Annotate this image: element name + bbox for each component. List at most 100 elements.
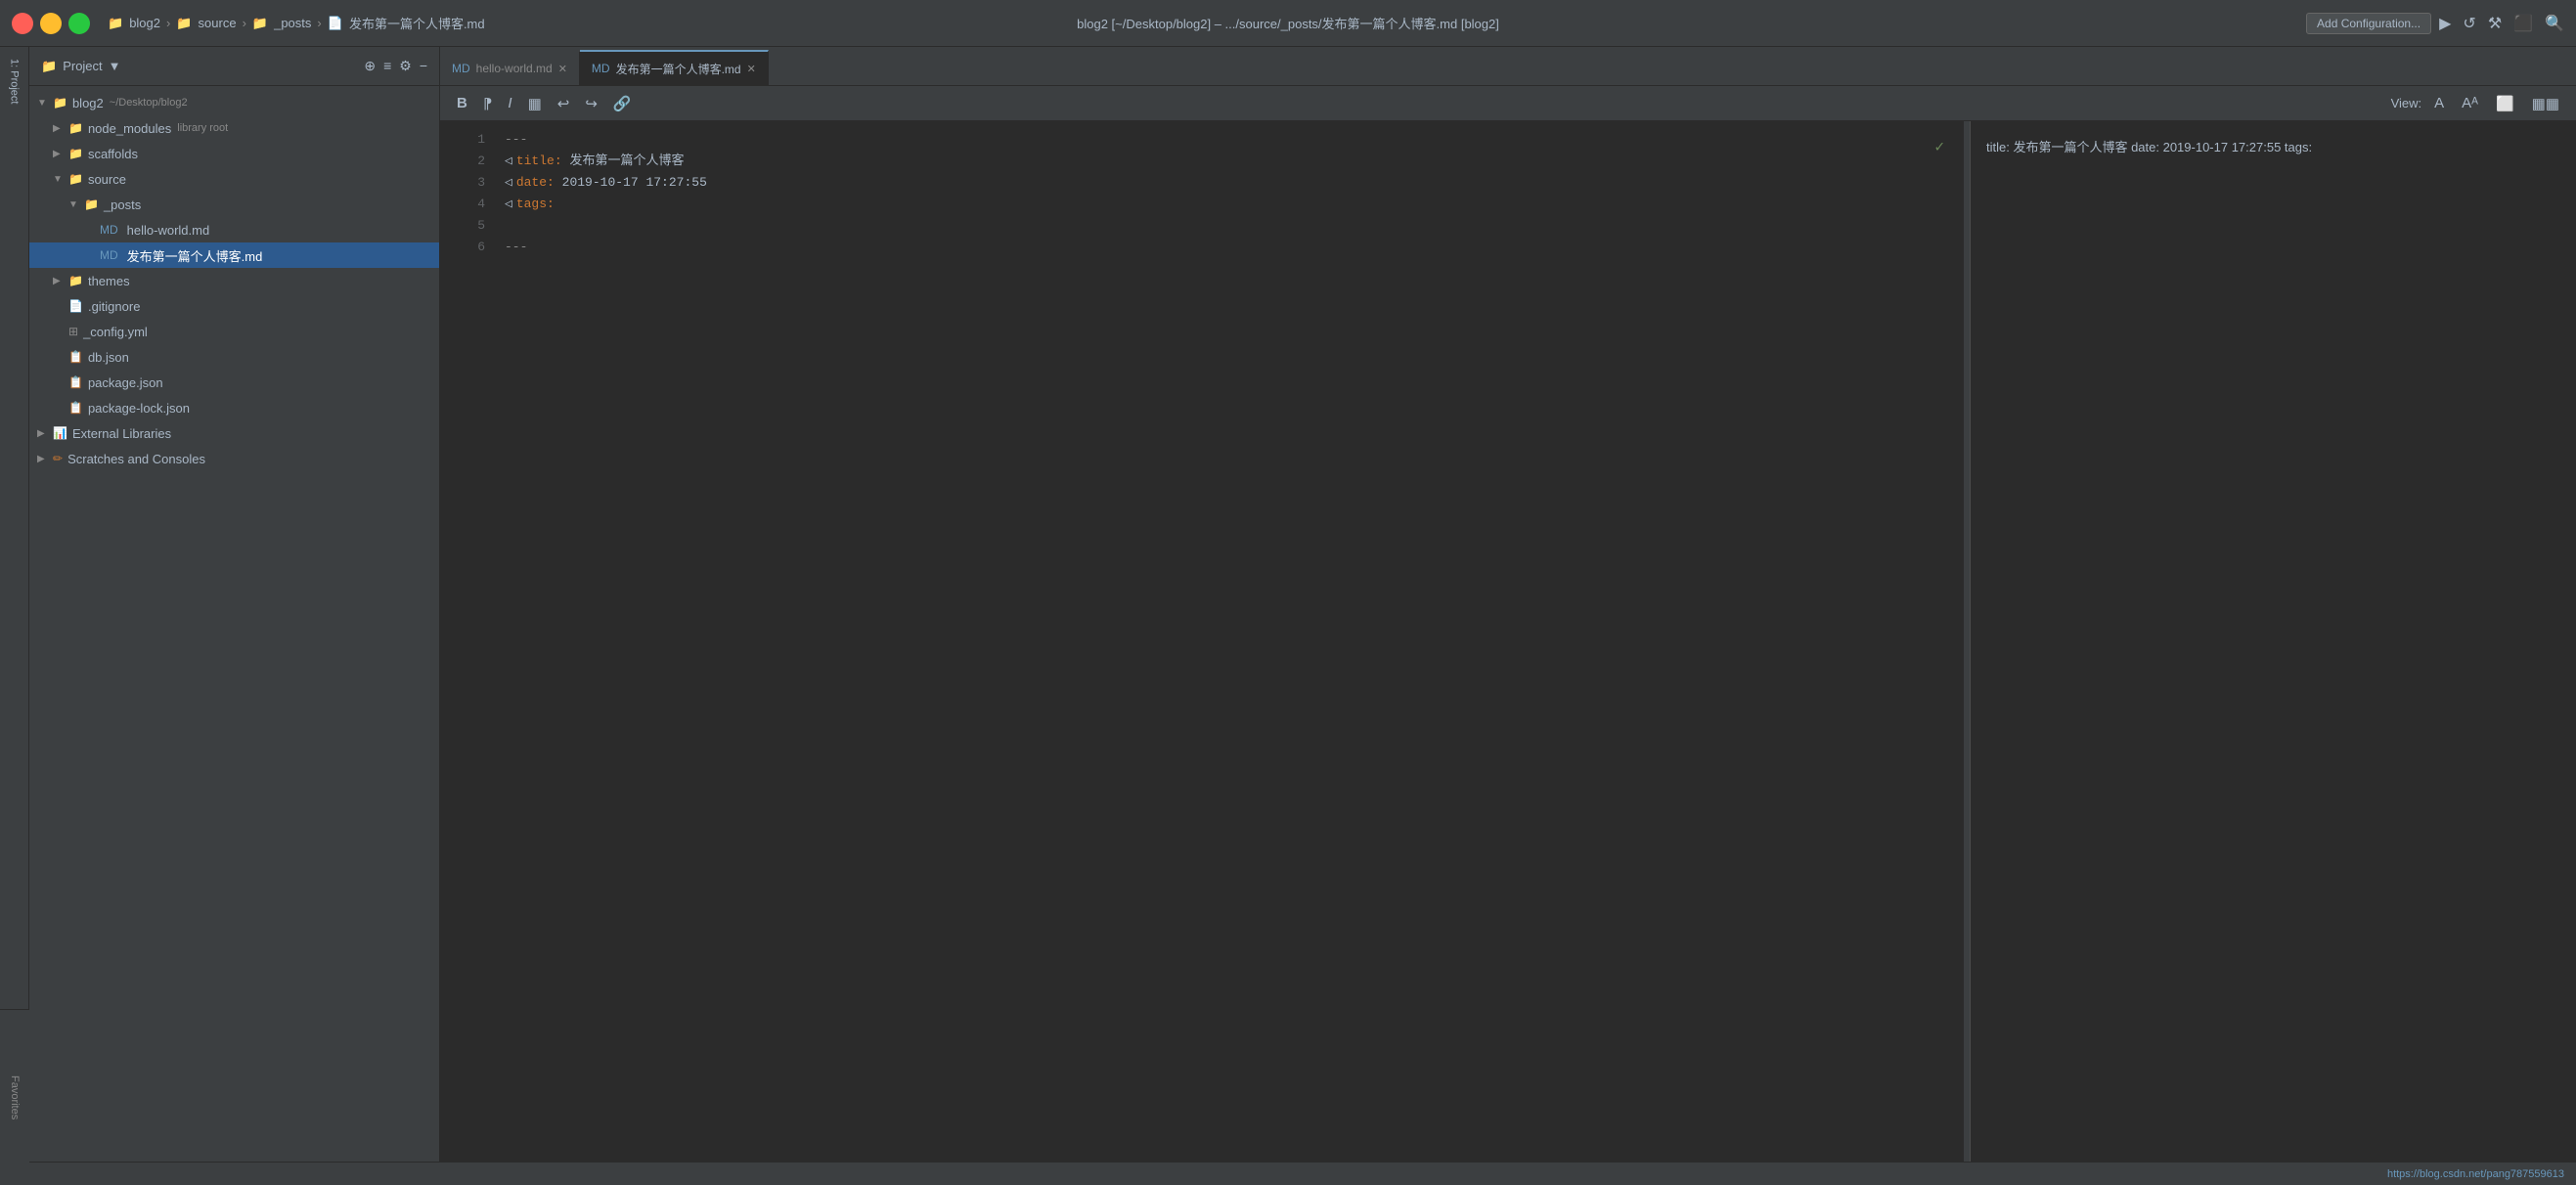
collapse-all-icon[interactable]: ≡ bbox=[383, 58, 391, 74]
tab-hello-world[interactable]: MD hello-world.md ✕ bbox=[440, 52, 580, 85]
tree-item-package-lock-json[interactable]: 📋 package-lock.json bbox=[29, 395, 439, 420]
italic-button[interactable]: I bbox=[503, 93, 516, 113]
toolbar-right: View: A Aᴬ ⬜ ▦▦ bbox=[2391, 93, 2564, 114]
breadcrumb-file[interactable]: 发布第一篇个人博客.md bbox=[349, 14, 485, 32]
tab-label: 发布第一篇个人博客.md bbox=[616, 61, 741, 77]
code-line-6: --- bbox=[505, 237, 1964, 258]
file-icon: 📄 bbox=[68, 299, 83, 313]
tree-item-package-json[interactable]: 📋 package.json bbox=[29, 370, 439, 395]
md-icon: MD bbox=[592, 62, 610, 75]
table-button[interactable]: ▦ bbox=[523, 93, 547, 114]
tree-item-hello-world[interactable]: MD hello-world.md bbox=[29, 217, 439, 242]
bold-button[interactable]: B bbox=[452, 93, 472, 113]
traffic-lights bbox=[12, 13, 90, 34]
tree-item-external-libraries[interactable]: ▶ 📊 External Libraries bbox=[29, 420, 439, 446]
arrow-icon: ▼ bbox=[37, 98, 53, 109]
close-tab-icon[interactable]: ✕ bbox=[558, 63, 567, 75]
code-line-3: ◁ date: 2019-10-17 17:27:55 bbox=[505, 172, 1964, 194]
code-line-1: --- ✓ bbox=[505, 129, 1964, 151]
folder-icon: 📁 bbox=[41, 59, 57, 74]
code-line-5 bbox=[505, 215, 1964, 237]
folder-icon: 📁 bbox=[84, 198, 99, 211]
view-preview-button[interactable]: ⬜ bbox=[2491, 93, 2519, 114]
tree-item-config-yml[interactable]: ⊞ _config.yml bbox=[29, 319, 439, 344]
favorites-label: Favorites bbox=[9, 1075, 21, 1119]
breadcrumb-posts[interactable]: _posts bbox=[274, 16, 311, 30]
view-columns-button[interactable]: ▦▦ bbox=[2527, 93, 2564, 114]
file-tree-header-right: ⊕ ≡ ⚙ − bbox=[364, 58, 427, 74]
redo-button[interactable]: ↪ bbox=[580, 93, 602, 114]
titlebar-left: 📁 blog2 › 📁 source › 📁 _posts › 📄 发布第一篇个… bbox=[12, 13, 485, 34]
code-line-2: ◁ title: 发布第一篇个人博客 bbox=[505, 151, 1964, 172]
link-button[interactable]: 🔗 bbox=[608, 93, 637, 114]
view-label: View: bbox=[2391, 96, 2422, 110]
folder-icon: 📁 bbox=[176, 16, 192, 31]
arrow-icon: ▶ bbox=[53, 123, 68, 134]
file-tree-panel: 📁 Project ▼ ⊕ ≡ ⚙ − ▼ 📁 blog2 ~/Desktop/… bbox=[29, 47, 440, 1185]
search-icon[interactable]: 🔍 bbox=[2545, 14, 2564, 33]
tab-label: hello-world.md bbox=[476, 62, 553, 75]
arrow-icon: ▼ bbox=[53, 174, 68, 185]
file-tree-content: ▼ 📁 blog2 ~/Desktop/blog2 ▶ 📁 node_modul… bbox=[29, 86, 439, 1185]
settings-icon[interactable]: ⚙ bbox=[399, 58, 412, 74]
arrow-icon: ▶ bbox=[53, 149, 68, 159]
tree-item-gitignore[interactable]: 📄 .gitignore bbox=[29, 293, 439, 319]
toolbar-left: B ⁋ I ▦ ↩ ↪ 🔗 bbox=[452, 93, 637, 114]
chevron-down-icon[interactable]: ▼ bbox=[109, 59, 121, 73]
close-button[interactable] bbox=[12, 13, 33, 34]
add-configuration-button[interactable]: Add Configuration... bbox=[2306, 13, 2431, 34]
status-bar: https://blog.csdn.net/pang787559613 bbox=[29, 1162, 2576, 1185]
folder-icon: 📁 bbox=[53, 96, 67, 110]
line-numbers: 1 2 3 4 5 6 bbox=[440, 121, 489, 1185]
refresh-icon[interactable]: ↺ bbox=[2463, 14, 2475, 33]
tree-item-posts[interactable]: ▼ 📁 _posts bbox=[29, 192, 439, 217]
breadcrumb-blog2[interactable]: blog2 bbox=[129, 16, 160, 30]
view-source-button[interactable]: A bbox=[2429, 93, 2449, 113]
folder-icon: 📁 bbox=[68, 147, 83, 160]
editor-toolbar: B ⁋ I ▦ ↩ ↪ 🔗 View: A Aᴬ ⬜ ▦▦ bbox=[440, 86, 2576, 121]
terminal-icon[interactable]: ⬛ bbox=[2513, 14, 2533, 33]
strikethrough-button[interactable]: ⁋ bbox=[478, 93, 498, 114]
tab-blog-post[interactable]: MD 发布第一篇个人博客.md ✕ bbox=[580, 50, 769, 85]
close-tab-icon[interactable]: ✕ bbox=[747, 63, 756, 75]
hide-panel-icon[interactable]: − bbox=[420, 58, 427, 74]
tree-item-scaffolds[interactable]: ▶ 📁 scaffolds bbox=[29, 141, 439, 166]
minimize-button[interactable] bbox=[40, 13, 62, 34]
file-tree-header-left: 📁 Project ▼ bbox=[41, 59, 121, 74]
code-editor[interactable]: --- ✓ ◁ title: 发布第一篇个人博客 ◁ date: 2019-10… bbox=[489, 121, 1964, 1185]
tree-item-scratches[interactable]: ▶ ✏ Scratches and Consoles bbox=[29, 446, 439, 471]
status-url: https://blog.csdn.net/pang787559613 bbox=[2387, 1168, 2564, 1180]
arrow-icon: ▶ bbox=[37, 428, 53, 439]
tree-item-source[interactable]: ▼ 📁 source bbox=[29, 166, 439, 192]
maximize-button[interactable] bbox=[68, 13, 90, 34]
locate-file-icon[interactable]: ⊕ bbox=[364, 58, 376, 74]
folder-icon: 📁 bbox=[68, 121, 83, 135]
scratch-icon: ✏ bbox=[53, 452, 63, 465]
breadcrumb: 📁 blog2 › 📁 source › 📁 _posts › 📄 发布第一篇个… bbox=[108, 14, 485, 32]
code-line-4: ◁ tags: bbox=[505, 194, 1964, 215]
md-icon: MD bbox=[452, 62, 470, 75]
library-icon: 📊 bbox=[53, 426, 67, 440]
folder-icon: 📁 bbox=[252, 16, 268, 31]
folder-icon: 📁 bbox=[108, 16, 123, 31]
titlebar: 📁 blog2 › 📁 source › 📁 _posts › 📄 发布第一篇个… bbox=[0, 0, 2576, 47]
file-icon: 📄 bbox=[328, 16, 343, 31]
project-panel-toggle[interactable]: 1: Project bbox=[7, 55, 22, 108]
build-icon[interactable]: ⚒ bbox=[2488, 14, 2502, 33]
run-icon[interactable]: ▶ bbox=[2439, 14, 2451, 33]
editor-main: 1 2 3 4 5 6 --- ✓ ◁ title: 发布第一篇个人博客 bbox=[440, 121, 1964, 1185]
tree-item-blog-post[interactable]: MD 发布第一篇个人博客.md bbox=[29, 242, 439, 268]
breadcrumb-source[interactable]: source bbox=[199, 16, 237, 30]
window-title: blog2 [~/Desktop/blog2] – .../source/_po… bbox=[1077, 14, 1499, 32]
favorites-panel[interactable]: Favorites bbox=[0, 1009, 29, 1185]
undo-button[interactable]: ↩ bbox=[553, 93, 575, 114]
tree-item-blog2[interactable]: ▼ 📁 blog2 ~/Desktop/blog2 bbox=[29, 90, 439, 115]
tree-item-db-json[interactable]: 📋 db.json bbox=[29, 344, 439, 370]
arrow-icon: ▶ bbox=[53, 276, 68, 286]
json-file-icon: 📋 bbox=[68, 350, 83, 364]
main-layout: 1: Project 📁 Project ▼ ⊕ ≡ ⚙ − ▼ 📁 blog2 bbox=[0, 47, 2576, 1185]
json-file-icon: 📋 bbox=[68, 375, 83, 389]
view-split-button[interactable]: Aᴬ bbox=[2457, 93, 2483, 113]
tree-item-themes[interactable]: ▶ 📁 themes bbox=[29, 268, 439, 293]
tree-item-node-modules[interactable]: ▶ 📁 node_modules library root bbox=[29, 115, 439, 141]
